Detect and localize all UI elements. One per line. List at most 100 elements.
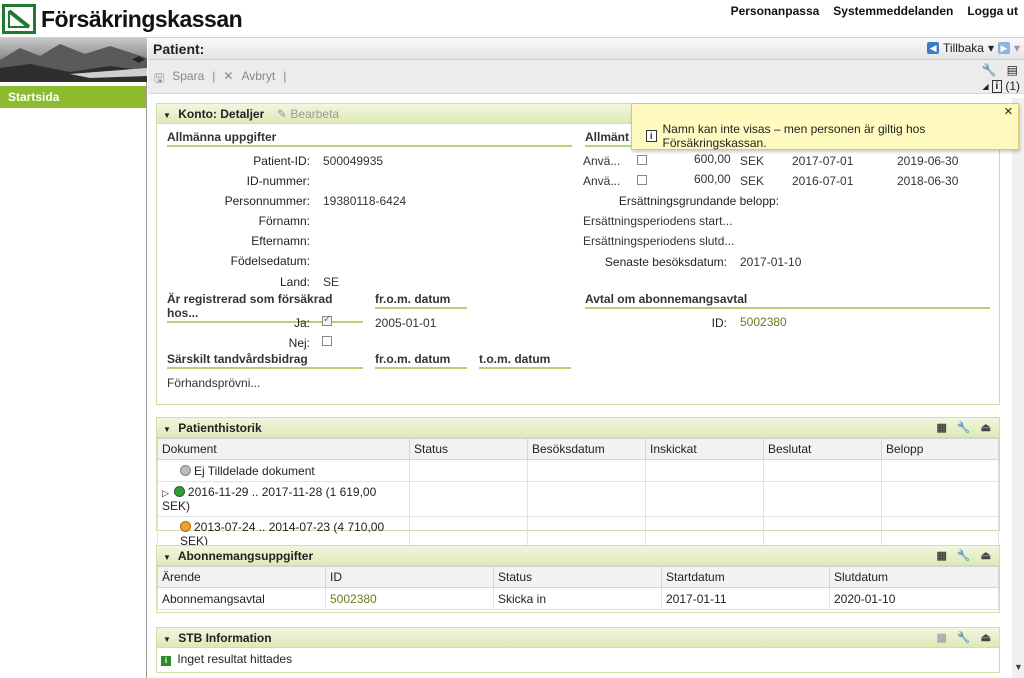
patienthistorik-table: Dokument Status Besöksdatum Inskickat Be… [157, 438, 999, 552]
value-ja-date: 2005-01-01 [375, 316, 437, 330]
patienthistorik-panel: ▼ Patienthistorik ▦ 🔧 ⏏ Dokument Status … [156, 417, 1000, 552]
export-icon[interactable]: ▦ [936, 421, 946, 434]
collapse-triangle-icon[interactable]: ▼ [163, 553, 171, 562]
stb-title: STB Information [178, 631, 272, 645]
toolbar-divider: | [212, 69, 216, 83]
right-row-checkbox[interactable] [637, 155, 647, 165]
label-patient-id: Patient-ID: [253, 154, 310, 168]
label-land: Land: [279, 275, 310, 289]
info-count[interactable]: (1) [1005, 79, 1020, 93]
tools-icon[interactable]: 🔧 [957, 421, 971, 434]
logo-mark-icon [2, 4, 36, 34]
link-abonnemang-id[interactable]: 5002380 [325, 587, 494, 610]
label-senaste: Senaste besöksdatum: [604, 255, 727, 269]
value-personnummer: 19380118-6424 [323, 194, 407, 208]
sidebar-collapse-icon[interactable]: ◀▸ [132, 54, 145, 65]
save-button[interactable]: Spara [172, 69, 204, 90]
edit-button[interactable]: ✎ Bearbeta [277, 107, 339, 121]
tools-icon[interactable]: 🔧 [957, 549, 971, 562]
row-label: 2013-07-24 .. 2014-07-23 (4 710,00 SEK) [180, 520, 385, 548]
minimize-icon[interactable]: ⏏ [981, 421, 991, 434]
chevron-down-icon[interactable]: ▾ [988, 41, 994, 55]
top-nav: Personanpassa Systemmeddelanden Logga ut [731, 4, 1018, 18]
col-dokument[interactable]: Dokument [157, 438, 410, 460]
nav-personanpassa[interactable]: Personanpassa [731, 4, 820, 18]
label-ja: Ja: [293, 316, 310, 330]
label-id-nummer: ID-nummer: [246, 174, 310, 188]
nav-logga-ut[interactable]: Logga ut [967, 4, 1018, 18]
value-forhands: Förhandsprövni... [167, 376, 261, 390]
expand-icon[interactable]: ▷ [162, 488, 169, 498]
label-fodelsedatum: Födelsedatum: [230, 254, 310, 268]
col-beslutat[interactable]: Beslutat [763, 438, 882, 460]
col-slutdatum[interactable]: Slutdatum [829, 566, 999, 588]
ja-checkbox[interactable] [322, 314, 332, 326]
export-icon[interactable]: ▦ [936, 631, 946, 644]
col-besoksdatum[interactable]: Besöksdatum [527, 438, 646, 460]
stb-header[interactable]: ▼ STB Information ▦ 🔧 ⏏ [157, 628, 999, 648]
close-icon[interactable]: ✕ [1004, 105, 1013, 118]
info-icon[interactable]: i [991, 79, 1003, 93]
section-tom-datum: t.o.m. datum [479, 352, 571, 369]
vertical-scrollbar[interactable]: ▼ [1012, 98, 1024, 678]
col-arende[interactable]: Ärende [157, 566, 326, 588]
table-row[interactable]: Ej Tilldelade dokument [157, 459, 999, 482]
cell-startdatum: 2017-01-11 [661, 587, 830, 610]
scroll-down-icon[interactable]: ▼ [1014, 662, 1023, 672]
right-row-currency: SEK [740, 154, 765, 168]
cell-status: Skicka in [493, 587, 662, 610]
stb-panel: ▼ STB Information ▦ 🔧 ⏏ i Inget resultat… [156, 627, 1000, 673]
section-from-datum-2: fr.o.m. datum [375, 352, 467, 369]
forward-icon[interactable]: ▶ [997, 42, 1010, 54]
collapse-triangle-icon[interactable]: ▼ [163, 111, 171, 120]
brand-logo[interactable]: Försäkringskassan [2, 4, 243, 34]
col-inskickat[interactable]: Inskickat [645, 438, 764, 460]
value-land: SE [323, 275, 340, 289]
tools-icon[interactable]: 🔧 [957, 631, 971, 644]
sidebar-item-startsida[interactable]: Startsida [0, 86, 146, 108]
collapse-triangle-icon[interactable]: ▼ [163, 635, 171, 644]
section-from-datum: fr.o.m. datum [375, 292, 467, 309]
sidebar-banner-image: ◀▸ [0, 38, 147, 82]
row-label: Ej Tilldelade dokument [194, 463, 315, 478]
patienthistorik-title: Patienthistorik [178, 421, 262, 435]
right-row-amount: 600,00 [694, 152, 731, 166]
back-button[interactable]: Tillbaka [943, 41, 984, 55]
col-startdatum[interactable]: Startdatum [661, 566, 830, 588]
col-status[interactable]: Status [493, 566, 662, 588]
app-header: Försäkringskassan Personanpassa Systemme… [0, 0, 1024, 38]
tooltip-message: Namn kan inte visas – men personen är gi… [662, 122, 926, 150]
abonnemang-header[interactable]: ▼ Abonnemangsuppgifter ▦ 🔧 ⏏ [157, 546, 999, 566]
edit-label: Bearbeta [290, 107, 340, 121]
cell-slutdatum: 2020-01-10 [829, 587, 999, 610]
collapse-triangle-icon[interactable]: ▼ [163, 425, 171, 434]
minimize-icon[interactable]: ⏏ [981, 549, 991, 562]
forward-chevron-icon[interactable]: ▾ [1014, 41, 1020, 55]
back-arrow-icon[interactable]: ◀ [927, 42, 940, 54]
nej-checkbox[interactable] [322, 336, 332, 346]
col-status[interactable]: Status [409, 438, 528, 460]
col-id[interactable]: ID [325, 566, 494, 588]
right-row-checkbox[interactable] [637, 175, 647, 185]
export-icon[interactable]: ▦ [936, 549, 946, 562]
cell-arende: Abonnemangsavtal [157, 587, 326, 610]
tools-icon[interactable]: 🔧 [982, 63, 997, 77]
patienthistorik-header[interactable]: ▼ Patienthistorik ▦ 🔧 ⏏ [157, 418, 999, 438]
nav-systemmeddelanden[interactable]: Systemmeddelanden [833, 4, 953, 18]
info-icon: i [161, 656, 171, 666]
abonnemang-table: Ärende ID Status Startdatum Slutdatum Ab… [157, 566, 999, 610]
row-label: 2016-11-29 .. 2017-11-28 (1 619,00 SEK) [162, 485, 377, 513]
label-efternamn: Efternamn: [251, 234, 310, 248]
abonnemang-panel: ▼ Abonnemangsuppgifter ▦ 🔧 ⏏ Ärende ID S… [156, 545, 1000, 613]
sidebar: ◀▸ Startsida [0, 38, 147, 678]
col-belopp[interactable]: Belopp [881, 438, 999, 460]
right-row-currency: SEK [740, 174, 765, 188]
cancel-button[interactable]: Avbryt [241, 69, 275, 90]
table-row[interactable]: Abonnemangsavtal 5002380 Skicka in 2017-… [157, 587, 999, 610]
print-icon[interactable]: ▤ [1007, 63, 1018, 77]
table-row[interactable]: ▷ 2016-11-29 .. 2017-11-28 (1 619,00 SEK) [157, 481, 999, 517]
right-row-label: Anvä... [583, 154, 621, 168]
info-tooltip: ✕ i Namn kan inte visas – men personen ä… [631, 103, 1019, 150]
link-avtal-id[interactable]: 5002380 [740, 315, 787, 329]
minimize-icon[interactable]: ⏏ [981, 631, 991, 644]
